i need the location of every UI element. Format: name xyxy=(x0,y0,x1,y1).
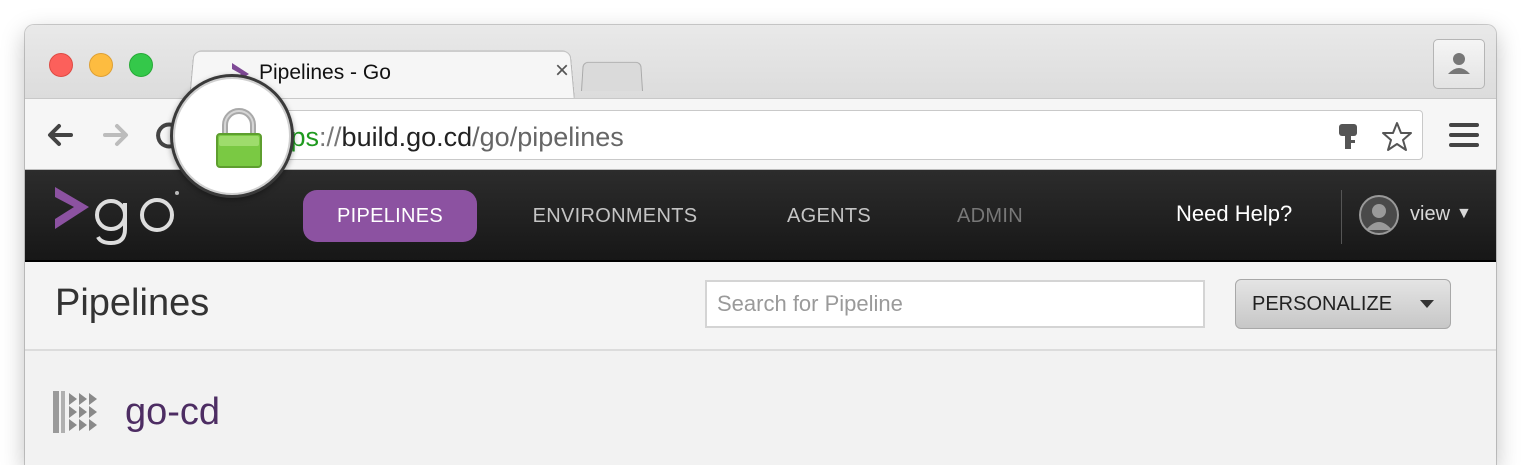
pipeline-group-icon xyxy=(53,391,97,433)
caret-down-icon xyxy=(1420,300,1434,308)
nav-admin[interactable]: ADMIN xyxy=(945,190,1035,242)
lock-icon[interactable] xyxy=(215,107,263,169)
user-name: view xyxy=(1410,203,1451,225)
url-path: /go/pipelines xyxy=(472,122,624,152)
tab-close-icon[interactable]: × xyxy=(555,59,569,83)
go-logo[interactable] xyxy=(53,185,183,245)
lock-magnifier xyxy=(170,74,294,198)
forward-arrow-icon[interactable] xyxy=(95,115,135,155)
zoom-window-button[interactable] xyxy=(129,53,153,77)
need-help-link[interactable]: Need Help? xyxy=(1176,201,1292,227)
back-arrow-icon[interactable] xyxy=(41,115,81,155)
user-avatar-icon[interactable] xyxy=(1358,194,1400,236)
url-text[interactable]: tps://build.go.cd/go/pipelines xyxy=(283,122,624,153)
personalize-label: PERSONALIZE xyxy=(1252,293,1393,315)
header-divider xyxy=(1341,190,1342,244)
page-header: Pipelines PERSONALIZE xyxy=(25,262,1496,351)
url-scheme-separator: :// xyxy=(319,122,342,152)
tab-title: Pipelines - Go xyxy=(259,61,391,84)
hamburger-menu-icon[interactable] xyxy=(1449,122,1479,148)
caret-down-icon: ▼ xyxy=(1456,205,1472,222)
key-icon[interactable] xyxy=(1336,123,1360,151)
url-host: build.go.cd xyxy=(341,122,473,152)
nav-pipelines[interactable]: PIPELINES xyxy=(303,190,477,242)
new-tab-button[interactable] xyxy=(581,61,643,91)
star-icon[interactable] xyxy=(1380,120,1414,154)
person-icon xyxy=(1448,53,1470,74)
close-window-button[interactable] xyxy=(49,53,73,77)
pipeline-search-input[interactable] xyxy=(705,280,1205,328)
page-title: Pipelines xyxy=(55,282,210,324)
minimize-window-button[interactable] xyxy=(89,53,113,77)
pipeline-group-name[interactable]: go-cd xyxy=(125,391,220,434)
address-bar[interactable]: tps://build.go.cd/go/pipelines xyxy=(185,110,1423,160)
pipelines-content: go-cd xyxy=(25,351,1496,465)
personalize-button[interactable]: PERSONALIZE xyxy=(1235,279,1451,329)
nav-agents[interactable]: AGENTS xyxy=(777,190,881,242)
profile-button[interactable] xyxy=(1433,39,1485,89)
user-menu-toggle[interactable]: view ▼ xyxy=(1410,203,1472,226)
nav-environments[interactable]: ENVIRONMENTS xyxy=(515,190,715,242)
